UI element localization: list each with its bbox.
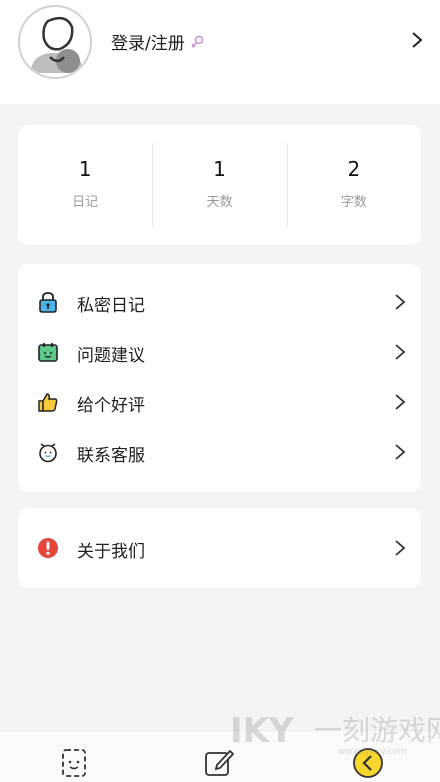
stat-label: 字数 — [340, 194, 367, 210]
menu-item-rate-us[interactable]: 给个好评 — [18, 377, 421, 427]
login-register-label: 登录/注册 — [111, 34, 185, 54]
stat-diaries[interactable]: 1 日记 — [18, 125, 152, 245]
svg-text:www.iykxy.com: www.iykxy.com — [338, 747, 407, 756]
stat-days[interactable]: 1 天数 — [152, 125, 286, 245]
stat-value: 1 — [78, 156, 92, 181]
stat-label: 日记 — [72, 194, 99, 210]
watermark-logo-icon: IKY 一刻游戏网 www.iykxy.com — [230, 711, 440, 756]
stat-value: 1 — [213, 156, 226, 181]
diary-tab-icon[interactable] — [58, 747, 90, 779]
stat-label: 天数 — [206, 194, 233, 210]
menu-item-label: 私密日记 — [77, 296, 145, 316]
lock-icon — [39, 292, 57, 313]
svg-text:IKY: IKY — [230, 711, 294, 751]
menu-item-label: 关于我们 — [77, 542, 145, 562]
menu-item-label: 给个好评 — [77, 396, 145, 416]
stat-words[interactable]: 2 字数 — [286, 125, 421, 245]
menu-item-private-diary[interactable]: 私密日记 — [18, 277, 421, 327]
thumbs-up-icon — [38, 393, 58, 412]
menu-item-label: 联系客服 — [77, 446, 145, 466]
menu-item-about-us[interactable]: 关于我们 — [18, 523, 421, 573]
chevron-right-icon — [395, 540, 406, 556]
exclamation-icon — [38, 538, 58, 558]
chevron-right-icon — [395, 444, 406, 460]
alarm-clock-icon — [39, 443, 57, 463]
profile-header[interactable]: 登录/注册 — [0, 0, 440, 104]
default-avatar-icon — [21, 8, 90, 77]
chevron-right-icon — [395, 344, 406, 360]
chevron-right-icon — [395, 394, 406, 410]
login-register-link[interactable]: 登录/注册 — [111, 29, 204, 54]
menu-card: 私密日记 问题建议 给个好评 联系客服 — [18, 264, 421, 492]
menu-item-feedback[interactable]: 问题建议 — [18, 327, 421, 377]
stats-card: 1 日记 1 天数 2 字数 — [18, 125, 421, 245]
about-card: 关于我们 — [18, 508, 421, 588]
chevron-right-icon[interactable] — [410, 30, 424, 50]
menu-item-label: 问题建议 — [77, 346, 145, 366]
chevron-right-icon — [395, 294, 406, 310]
female-gender-icon — [191, 35, 203, 48]
menu-item-customer-service[interactable]: 联系客服 — [18, 427, 421, 477]
stat-value: 2 — [347, 156, 361, 181]
avatar[interactable] — [18, 5, 92, 79]
svg-text:一刻游戏网: 一刻游戏网 — [314, 714, 440, 747]
calendar-face-icon — [38, 343, 58, 362]
